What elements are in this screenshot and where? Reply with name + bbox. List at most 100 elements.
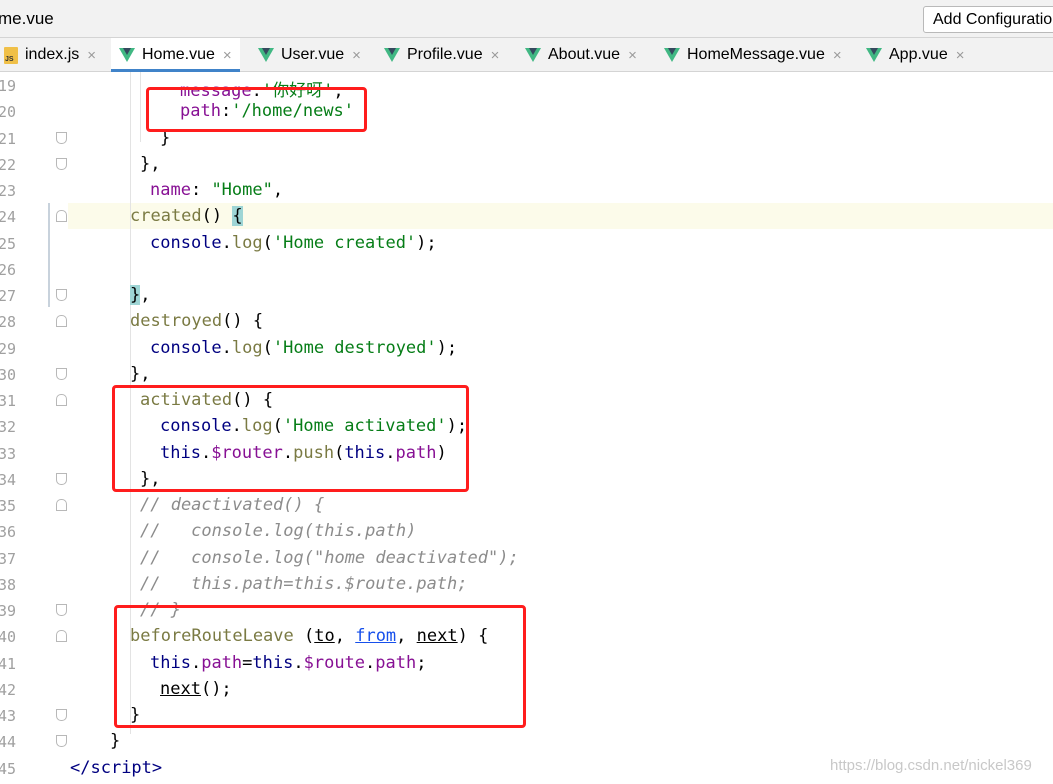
line-number: 40 [0, 628, 16, 646]
line-number: 22 [0, 156, 16, 174]
line-number: 19 [0, 77, 16, 95]
code-token: name [150, 180, 191, 200]
code-line-35: // deactivated() { [140, 495, 325, 515]
code-token: ); [416, 233, 437, 253]
line-gutter: 19 20 21 22 23 24 25 26 27 28 29 30 31 3… [0, 72, 68, 784]
line-number: 23 [0, 182, 16, 200]
line-number: 35 [0, 497, 16, 515]
vue-file-icon [384, 47, 400, 62]
vue-file-icon [664, 47, 680, 62]
code-editor[interactable]: 19 20 21 22 23 24 25 26 27 28 29 30 31 3… [0, 72, 1053, 784]
tab-label: App.vue [889, 46, 948, 63]
code-token: </ [70, 758, 91, 778]
tab-label: About.vue [548, 46, 621, 63]
fold-marker-icon[interactable] [56, 132, 67, 144]
code-line-44: } [110, 731, 121, 751]
code-line-28: destroyed() { [130, 311, 263, 331]
tab-label: index.js [25, 46, 80, 63]
fold-marker-icon[interactable] [56, 210, 67, 222]
line-number: 29 [0, 340, 16, 358]
close-icon[interactable]: × [352, 47, 361, 64]
close-icon[interactable]: × [491, 47, 500, 64]
indent-guide [140, 72, 141, 142]
code-token: : [190, 180, 212, 200]
fold-marker-icon[interactable] [56, 630, 67, 642]
code-line-45: </script> [70, 758, 162, 778]
close-icon[interactable]: × [956, 47, 965, 64]
tab-profile-vue[interactable]: Profile.vue × [384, 38, 499, 72]
code-token: . [221, 338, 232, 358]
fold-marker-icon[interactable] [56, 735, 67, 747]
fold-marker-icon[interactable] [56, 289, 67, 301]
fold-marker-icon[interactable] [56, 604, 67, 616]
line-number: 43 [0, 707, 16, 725]
line-number: 31 [0, 392, 16, 410]
line-number: 38 [0, 576, 16, 594]
code-token: console [150, 338, 222, 358]
line-number: 36 [0, 523, 16, 541]
line-number: 33 [0, 445, 16, 463]
vue-file-icon [119, 47, 135, 62]
tab-index-js[interactable]: JS index.js × [4, 38, 96, 72]
line-number: 24 [0, 208, 16, 226]
fold-marker-icon[interactable] [56, 394, 67, 406]
code-line-25: console.log('Home created'); [150, 233, 437, 253]
code-line-24: created() { [130, 206, 243, 226]
code-token: created [130, 206, 202, 226]
code-token: console [150, 233, 222, 253]
line-number: 27 [0, 287, 16, 305]
close-icon[interactable]: × [628, 47, 637, 64]
code-token: , [272, 180, 284, 200]
tab-label: Home.vue [142, 46, 215, 63]
fold-marker-icon[interactable] [56, 315, 67, 327]
code-token: log [231, 233, 263, 253]
watermark: https://blog.csdn.net/nickel369 [830, 757, 1032, 774]
line-number: 45 [0, 760, 16, 778]
editor-tab-bar: JS index.js × Home.vue × User.vue × Prof… [0, 38, 1053, 73]
fold-marker-icon[interactable] [56, 499, 67, 511]
fold-marker-icon[interactable] [56, 158, 67, 170]
code-token: > [151, 758, 163, 778]
code-line-22: }, [140, 154, 161, 174]
vue-file-icon [866, 47, 882, 62]
tab-user-vue[interactable]: User.vue × [258, 38, 361, 72]
code-line-30: }, [130, 364, 151, 384]
code-token: 'Home created' [272, 233, 417, 253]
line-number: 44 [0, 733, 16, 751]
code-line-36: // console.log(this.path) [140, 521, 417, 541]
line-number: 21 [0, 130, 16, 148]
fold-marker-icon[interactable] [56, 368, 67, 380]
code-token: . [221, 233, 232, 253]
line-number: 42 [0, 681, 16, 699]
line-number: 41 [0, 655, 16, 673]
line-number: 37 [0, 550, 16, 568]
tab-app-vue[interactable]: App.vue × [866, 38, 964, 72]
add-configuration-button[interactable]: Add Configuration... [923, 6, 1053, 33]
line-number: 34 [0, 471, 16, 489]
code-line-23: name: "Home", [150, 180, 283, 200]
title-bar: me.vue Add Configuration... [0, 0, 1053, 38]
code-line-37: // console.log("home deactivated"); [140, 548, 519, 568]
close-icon[interactable]: × [223, 47, 232, 64]
tab-homemessage-vue[interactable]: HomeMessage.vue × [664, 38, 842, 72]
fold-marker-icon[interactable] [56, 709, 67, 721]
code-token: 'Home destroyed' [272, 338, 437, 358]
tab-label: Profile.vue [407, 46, 483, 63]
window-file-title: me.vue [0, 9, 54, 28]
vue-file-icon [525, 47, 541, 62]
code-token: destroyed [130, 311, 223, 331]
tab-label: User.vue [281, 46, 345, 63]
close-icon[interactable]: × [87, 47, 96, 64]
tab-home-vue[interactable]: Home.vue × [111, 38, 240, 73]
line-number: 26 [0, 261, 16, 279]
matched-brace: { [232, 206, 243, 226]
code-token: () { [222, 311, 264, 331]
code-token: , [140, 285, 151, 305]
fold-marker-icon[interactable] [56, 473, 67, 485]
code-token: () [201, 206, 233, 226]
line-number: 32 [0, 418, 16, 436]
line-number: 25 [0, 235, 16, 253]
tab-about-vue[interactable]: About.vue × [525, 38, 637, 72]
close-icon[interactable]: × [833, 47, 842, 64]
line-number: 30 [0, 366, 16, 384]
